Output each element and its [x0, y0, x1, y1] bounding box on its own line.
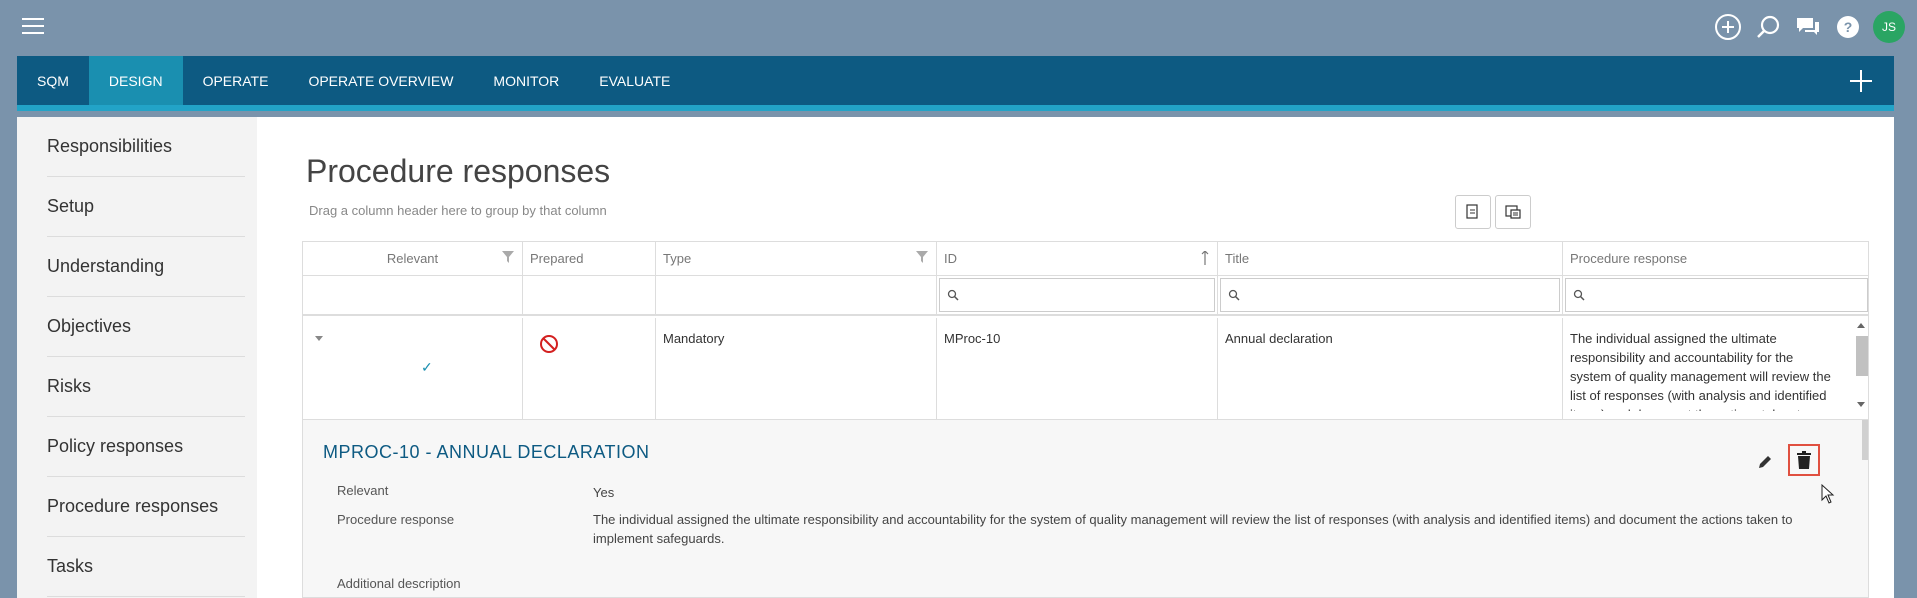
menu-icon[interactable] — [22, 18, 44, 36]
export-button[interactable] — [1455, 195, 1491, 229]
column-header-procedure-response[interactable]: Procedure response — [1563, 242, 1868, 275]
avatar[interactable]: JS — [1873, 11, 1905, 43]
main-nav: SQM DESIGN OPERATE OPERATE OVERVIEW MONITOR E… — [17, 56, 1894, 111]
grid-header-row: Relevant Prepared Type ID Title Procedur… — [303, 242, 1868, 276]
chat-icon[interactable] — [1793, 12, 1823, 42]
grid-filter-row — [303, 276, 1868, 316]
add-circle-icon[interactable] — [1713, 12, 1743, 42]
additional-description-label: Additional description — [337, 576, 461, 591]
table-row[interactable]: ✓ Mandatory MProc-10 Annual declaration … — [303, 318, 1868, 420]
procedure-response-value: The individual assigned the ultimate res… — [593, 512, 1793, 546]
sidebar-item-setup[interactable]: Setup — [47, 177, 245, 237]
column-header-relevant[interactable]: Relevant — [303, 242, 523, 275]
scroll-down-icon[interactable] — [1857, 402, 1865, 408]
tab-evaluate[interactable]: EVALUATE — [579, 56, 690, 105]
sidebar: Responsibilities Setup Understanding Object… — [17, 117, 257, 598]
top-bar: ? JS — [0, 0, 1917, 56]
filter-cell — [303, 276, 523, 314]
trash-icon — [1797, 451, 1811, 469]
response-filter-input[interactable] — [1566, 279, 1867, 311]
cell-scrollbar[interactable] — [1854, 320, 1868, 416]
column-header-prepared[interactable]: Prepared — [523, 242, 656, 275]
id-filter-input[interactable] — [940, 279, 1214, 311]
main-panel: Procedure responses Drag a column header… — [257, 117, 1894, 598]
filter-icon[interactable] — [916, 251, 928, 266]
detail-scrollbar[interactable] — [1862, 420, 1868, 460]
column-header-label: Type — [663, 251, 692, 266]
relevant-value: Yes — [593, 485, 615, 500]
scroll-up-icon[interactable] — [1857, 322, 1865, 328]
type-cell: Mandatory — [656, 318, 937, 419]
sidebar-item-policy-responses[interactable]: Policy responses — [47, 417, 245, 477]
column-header-label: Procedure response — [1570, 251, 1688, 266]
prepared-cell — [523, 318, 656, 419]
sidebar-item-tasks[interactable]: Tasks — [47, 537, 245, 597]
responses-grid: Relevant Prepared Type ID Title Procedur… — [302, 241, 1869, 598]
title-filter-input[interactable] — [1221, 279, 1559, 311]
sort-ascending-icon[interactable] — [1201, 250, 1209, 268]
filter-cell — [1218, 276, 1563, 314]
svg-text:?: ? — [1844, 19, 1853, 35]
search-icon — [1573, 289, 1585, 304]
id-cell: MProc-10 — [937, 318, 1218, 419]
column-header-label: Relevant — [386, 251, 439, 266]
column-chooser-icon — [1505, 205, 1521, 219]
search-icon — [1228, 289, 1240, 304]
filter-cell — [937, 276, 1218, 314]
response-filter-field — [1565, 278, 1868, 312]
search-icon — [947, 289, 959, 304]
procedure-response-text: The individual assigned the ultimate res… — [1570, 331, 1831, 411]
check-icon: ✓ — [421, 359, 433, 375]
group-by-hint: Drag a column header here to group by th… — [309, 203, 607, 218]
relevant-cell: ✓ — [303, 318, 523, 419]
title-cell: Annual declaration — [1218, 318, 1563, 419]
sidebar-item-objectives[interactable]: Objectives — [47, 297, 245, 357]
filter-icon[interactable] — [502, 251, 514, 266]
edit-button[interactable] — [1753, 450, 1777, 474]
search-icon[interactable] — [1753, 12, 1783, 42]
not-prepared-icon — [539, 334, 559, 359]
filter-cell — [656, 276, 937, 314]
column-header-title[interactable]: Title — [1218, 242, 1563, 275]
help-icon[interactable]: ? — [1833, 12, 1863, 42]
tab-operate[interactable]: OPERATE — [183, 56, 289, 105]
page-title: Procedure responses — [306, 153, 611, 189]
column-header-label: ID — [944, 251, 957, 266]
title-filter-field — [1220, 278, 1560, 312]
scroll-thumb[interactable] — [1856, 336, 1868, 376]
column-chooser-button[interactable] — [1495, 195, 1531, 229]
procedure-response-label: Procedure response — [337, 512, 455, 527]
tab-design[interactable]: DESIGN — [88, 56, 183, 105]
add-tab-icon[interactable] — [1848, 68, 1874, 94]
procedure-response-cell: The individual assigned the ultimate res… — [1563, 318, 1868, 419]
tab-operate-overview[interactable]: OPERATE OVERVIEW — [288, 56, 473, 105]
column-header-label: Title — [1225, 251, 1250, 266]
sidebar-item-procedure-responses[interactable]: Procedure responses — [47, 477, 245, 537]
tab-monitor[interactable]: MONITOR — [473, 56, 579, 105]
tab-sqm[interactable]: SQM — [17, 56, 89, 105]
detail-title: MPROC-10 - ANNUAL DECLARATION — [323, 442, 650, 462]
sidebar-item-understanding[interactable]: Understanding — [47, 237, 245, 297]
filter-cell — [1563, 276, 1868, 314]
row-detail-panel: MPROC-10 - ANNUAL DECLARATION Relevant Y… — [303, 420, 1868, 597]
id-filter-field — [939, 278, 1215, 312]
column-header-label: Prepared — [530, 251, 584, 266]
sidebar-item-risks[interactable]: Risks — [47, 357, 245, 417]
pencil-icon — [1759, 456, 1771, 468]
delete-button[interactable] — [1788, 444, 1820, 476]
top-icon-group: ? JS — [1713, 11, 1905, 43]
relevant-label: Relevant — [337, 483, 389, 498]
column-header-id[interactable]: ID — [937, 242, 1218, 275]
column-header-type[interactable]: Type — [656, 242, 937, 275]
collapse-row-icon[interactable] — [315, 328, 323, 347]
export-icon — [1466, 204, 1478, 219]
sidebar-item-responsibilities[interactable]: Responsibilities — [47, 117, 245, 177]
filter-cell — [523, 276, 656, 314]
mouse-cursor-icon — [1821, 483, 1835, 509]
